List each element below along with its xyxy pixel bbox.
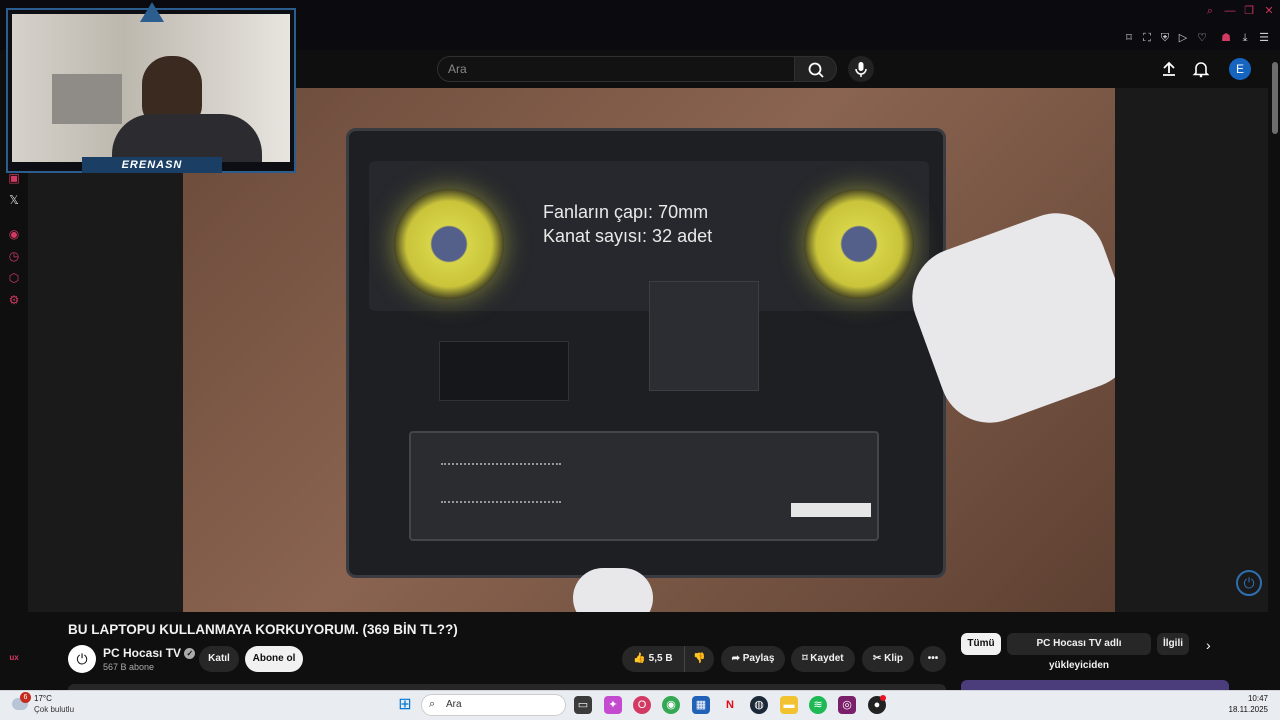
play-icon[interactable]: ▷ xyxy=(1176,31,1190,45)
notification-dot xyxy=(880,695,886,701)
thumbs-up-icon: 👍 xyxy=(633,653,646,664)
streamer-name: ERENASN xyxy=(82,157,222,173)
battery-sticker xyxy=(791,503,871,517)
thumbs-down-icon: 👎 xyxy=(693,653,706,664)
search-icon[interactable]: ⌕ xyxy=(1203,4,1217,18)
screenshot-icon[interactable]: ⛶ xyxy=(1140,31,1154,45)
channel-name[interactable]: PC Hocası TV ✓ xyxy=(103,646,196,660)
dislike-button[interactable]: 👎 xyxy=(684,646,714,672)
settings-icon[interactable]: ⚙ xyxy=(6,292,22,308)
copilot-icon[interactable]: ✦ xyxy=(604,696,622,714)
scissors-icon: ✂ xyxy=(872,653,882,664)
join-button[interactable]: Katıl xyxy=(199,646,239,672)
webcam-feed xyxy=(12,14,290,162)
weather-temp[interactable]: 17°C xyxy=(34,694,52,703)
video-frame[interactable]: Fanların çapı: 70mm Kanat sayısı: 32 ade… xyxy=(183,88,1115,612)
channel-avatar[interactable]: ⏻ xyxy=(68,645,96,673)
menu-icon[interactable]: ☰ xyxy=(1257,31,1271,45)
bell-icon xyxy=(1192,62,1210,78)
weather-description[interactable]: Çok bulutlu xyxy=(34,705,74,714)
battery-label xyxy=(441,463,561,503)
search-input[interactable]: Ara xyxy=(437,56,795,82)
clock-icon[interactable]: ◷ xyxy=(6,248,22,264)
steam-icon[interactable]: ◍ xyxy=(750,696,768,714)
next-video-thumbnail[interactable] xyxy=(961,680,1229,690)
verified-icon: ✓ xyxy=(184,648,196,660)
share-icon: ➦ xyxy=(731,653,740,664)
cube-icon[interactable]: ⬡ xyxy=(6,270,22,286)
right-fan xyxy=(804,189,914,299)
like-button[interactable]: 👍 5,5 B xyxy=(622,646,684,672)
more-actions-button[interactable]: ••• xyxy=(920,646,946,672)
ssd-slot xyxy=(439,341,569,401)
scrollbar[interactable] xyxy=(1270,50,1280,690)
download-icon[interactable]: ⤓ xyxy=(1238,31,1252,45)
save-label: Kaydet xyxy=(810,653,844,664)
profile-icon[interactable]: ☗ xyxy=(1219,31,1233,45)
scrollbar-thumb[interactable] xyxy=(1272,62,1278,134)
instagram-icon[interactable]: ◎ xyxy=(838,696,856,714)
minimize-icon[interactable]: — xyxy=(1223,4,1237,18)
upload-icon xyxy=(1163,61,1175,76)
chip-related[interactable]: İlgili xyxy=(1157,633,1189,655)
account-avatar[interactable]: E xyxy=(1229,58,1251,80)
video-caption: Fanların çapı: 70mm Kanat sayısı: 32 ade… xyxy=(543,200,763,248)
clip-button[interactable]: ✂ Klip xyxy=(862,646,914,672)
chevron-right-icon[interactable]: › xyxy=(1206,637,1211,653)
weather-badge: 6 xyxy=(20,692,31,703)
record-icon[interactable]: ◉ xyxy=(6,226,22,242)
file-explorer-icon[interactable]: ▬ xyxy=(780,696,798,714)
chip-from-uploader[interactable]: PC Hocası TV adlı yükleyiciden xyxy=(1007,633,1151,671)
task-view-icon[interactable]: ▭ xyxy=(574,696,592,714)
share-button[interactable]: ➦ Paylaş xyxy=(721,646,785,672)
subscriber-count: 567 B abone xyxy=(103,662,155,672)
notifications-button[interactable] xyxy=(1192,60,1210,83)
heart-icon[interactable]: ♡ xyxy=(1195,31,1209,45)
netflix-icon[interactable]: N xyxy=(721,696,739,714)
battery xyxy=(409,431,879,541)
clock-time[interactable]: 10:47 xyxy=(1230,694,1268,703)
start-icon[interactable]: ⊞ xyxy=(396,696,414,714)
chrome-icon[interactable]: ◉ xyxy=(662,696,680,714)
kitchen-background xyxy=(52,74,122,124)
search-button[interactable] xyxy=(795,56,837,82)
spotify-icon[interactable]: ≋ xyxy=(809,696,827,714)
caption-line-2: Kanat sayısı: 32 adet xyxy=(543,226,713,246)
streamer-body xyxy=(112,114,262,162)
rail-badge: ux xyxy=(9,653,19,662)
channel-watermark-icon[interactable]: ⏻ xyxy=(1236,570,1262,596)
caption-line-1: Fanların çapı: 70mm xyxy=(543,202,709,222)
bookmark-icon: ⌑ xyxy=(802,653,808,664)
share-label: Paylaş xyxy=(742,653,775,664)
subscribe-button[interactable]: Abone ol xyxy=(245,646,303,672)
opera-gx-icon[interactable]: O xyxy=(633,696,651,714)
taskbar-search-icon: ⌕ xyxy=(429,698,436,710)
shield-plate xyxy=(649,281,759,391)
store-icon[interactable]: ▦ xyxy=(692,696,710,714)
save-button[interactable]: ⌑ Kaydet xyxy=(791,646,855,672)
clip-label: Klip xyxy=(884,653,904,664)
search-icon xyxy=(808,62,824,78)
left-rail: ▣ 𝕏 ◉ ◷ ⬡ ⚙ ux xyxy=(0,170,28,690)
shield-icon[interactable]: ⛨ xyxy=(1158,31,1172,45)
gloved-hand-bottom xyxy=(573,568,653,612)
clock-date[interactable]: 18.11.2025 xyxy=(1220,705,1268,714)
channel-name-text[interactable]: PC Hocası TV xyxy=(103,646,181,660)
like-count: 5,5 B xyxy=(648,653,673,664)
left-fan xyxy=(394,189,504,299)
close-icon[interactable]: ✕ xyxy=(1262,4,1276,18)
restore-icon[interactable]: ❐ xyxy=(1242,4,1256,18)
video-title: BU LAPTOPU KULLANMAYA KORKUYORUM. (369 B… xyxy=(68,622,458,637)
taskbar-search[interactable]: Ara xyxy=(421,694,566,716)
bookmark-icon[interactable]: ⌑ xyxy=(1122,31,1136,45)
upload-button[interactable] xyxy=(1160,60,1178,83)
chip-all[interactable]: Tümü xyxy=(961,633,1001,655)
mic-icon xyxy=(855,62,867,77)
x-icon[interactable]: 𝕏 xyxy=(6,192,22,208)
voice-search-button[interactable] xyxy=(848,56,874,82)
laptop-motherboard xyxy=(346,128,946,578)
